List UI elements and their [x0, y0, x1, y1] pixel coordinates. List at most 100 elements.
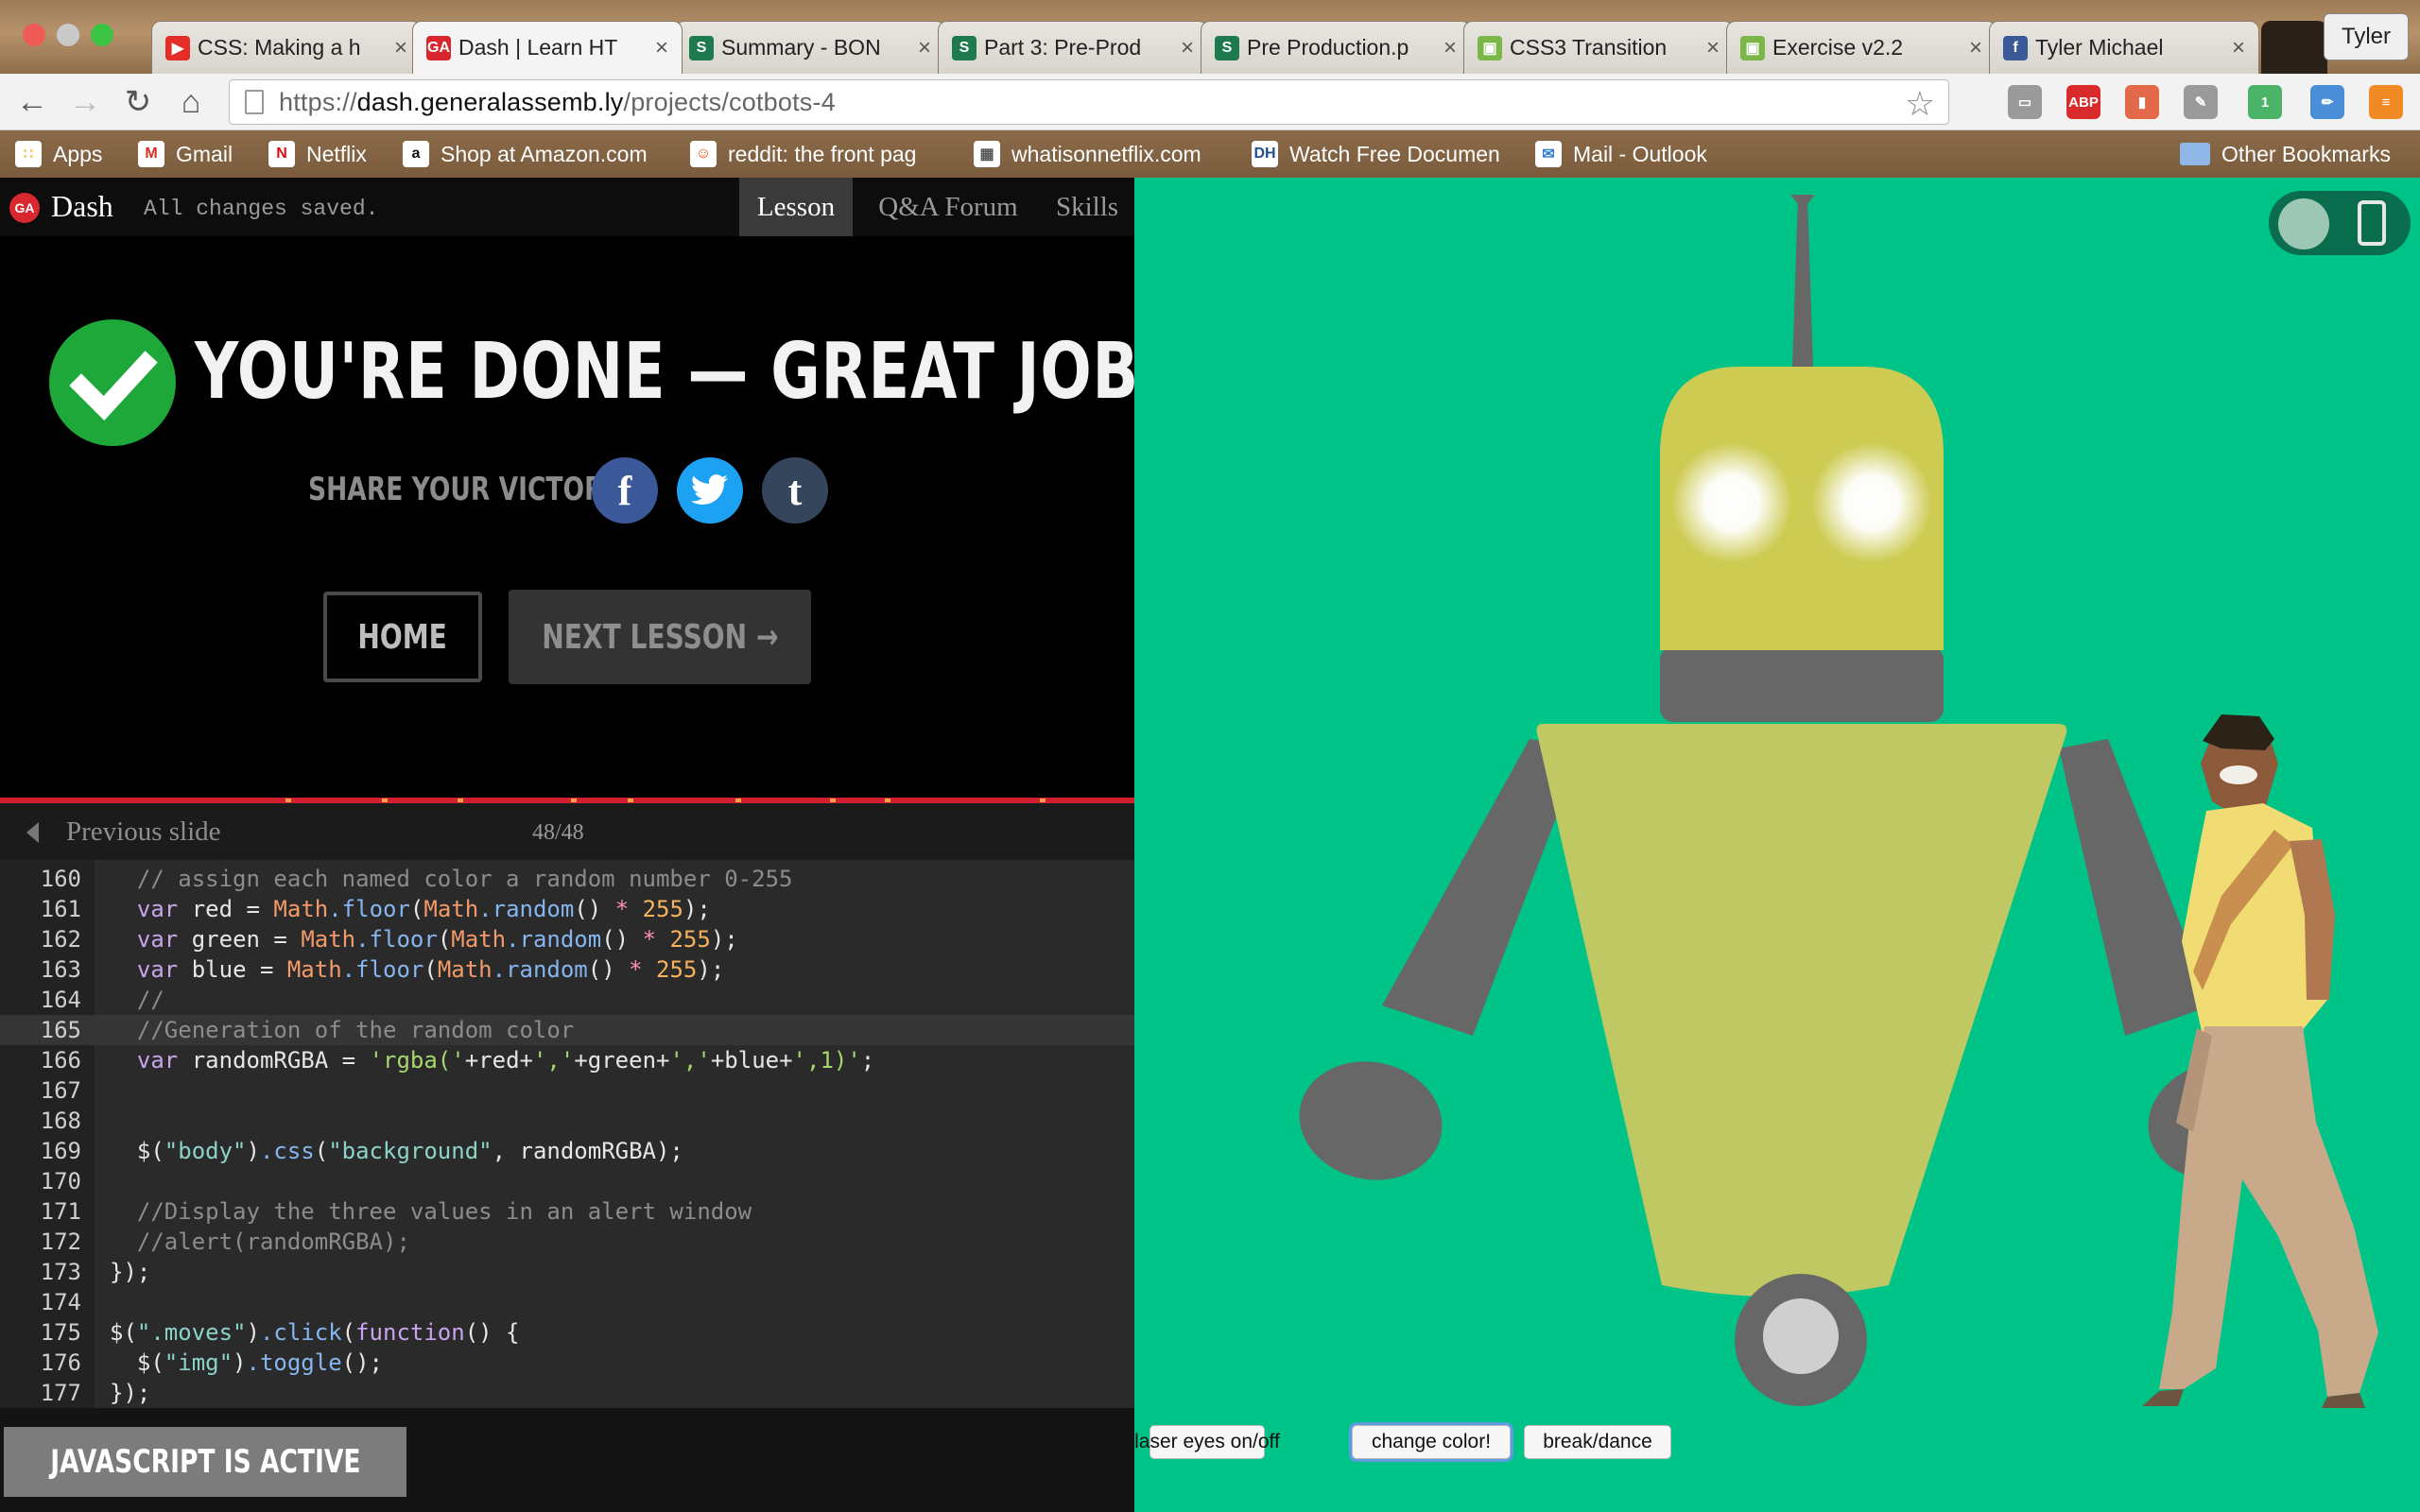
code-line[interactable]: 172 //alert(randomRGBA);	[0, 1227, 1134, 1257]
tab-lesson[interactable]: Lesson	[739, 178, 853, 236]
code-line[interactable]: 176 $("img").toggle();	[0, 1348, 1134, 1378]
line-number: 161	[40, 896, 81, 922]
line-number: 168	[40, 1108, 81, 1134]
reload-icon[interactable]: ↻	[119, 83, 157, 121]
bookmark-item[interactable]: ☺ reddit: the front pag	[690, 138, 916, 170]
eyedropper-icon[interactable]: ✏	[2310, 85, 2344, 119]
change-color-button[interactable]: change color!	[1352, 1425, 1511, 1459]
progress-marker	[735, 799, 741, 802]
bookmark-extension-icon[interactable]: ▮	[2125, 85, 2159, 119]
tab-title: Summary - BON	[721, 35, 881, 60]
menu-icon[interactable]: ≡	[2369, 85, 2403, 119]
tumblr-share-button[interactable]: t	[762, 457, 828, 524]
browser-tab[interactable]: GA Dash | Learn HT ×	[412, 21, 683, 74]
folder-icon	[2180, 143, 2210, 165]
code-text: //Generation of the random color	[136, 1017, 575, 1043]
tab-skills[interactable]: Skills	[1044, 178, 1131, 236]
tab-close-icon[interactable]: ×	[1443, 35, 1457, 61]
browser-tab[interactable]: f Tyler Michael ×	[1989, 21, 2259, 74]
tab-close-icon[interactable]: ×	[1969, 35, 1982, 61]
home-icon[interactable]: ⌂	[172, 83, 210, 121]
tab-close-icon[interactable]: ×	[918, 35, 931, 61]
javascript-active-label: JAVASCRIPT IS ACTIVE	[49, 1443, 361, 1481]
tab-close-icon[interactable]: ×	[1181, 35, 1194, 61]
code-line[interactable]: 160 // assign each named color a random …	[0, 864, 1134, 894]
bookmark-star-icon[interactable]: ☆	[1905, 84, 1935, 124]
browser-tab[interactable]: ▣ Exercise v2.2 ×	[1726, 21, 1996, 74]
progress-marker	[830, 799, 836, 802]
tab-title: Part 3: Pre-Prod	[984, 35, 1142, 60]
adblock-plus-icon[interactable]: ABP	[2066, 85, 2100, 119]
break-dance-button[interactable]: break/dance	[1524, 1425, 1671, 1459]
code-line[interactable]: 166 var randomRGBA = 'rgba('+red+','+gre…	[0, 1045, 1134, 1075]
forward-icon[interactable]: →	[66, 83, 104, 121]
bookmark-item[interactable]: DH Watch Free Documen	[1252, 138, 1500, 170]
address-bar[interactable]: https://dash.generalassemb.ly/projects/c…	[229, 79, 1949, 125]
bookmark-item[interactable]: ▦ whatisonnetflix.com	[974, 138, 1201, 170]
tab-favicon-icon: ▶	[165, 35, 190, 60]
laser-eyes-button[interactable]: laser eyes on/off	[1134, 1425, 1280, 1459]
tab-favicon-icon: ▣	[1478, 35, 1502, 60]
bookmark-item[interactable]: a Shop at Amazon.com	[403, 138, 648, 170]
profile-button[interactable]: Tyler	[2323, 13, 2409, 60]
browser-tab[interactable]: S Pre Production.p ×	[1201, 21, 1471, 74]
line-number: 162	[40, 926, 81, 953]
twitter-share-button[interactable]	[677, 457, 743, 524]
robot-jaw	[1660, 646, 1944, 722]
code-line[interactable]: 168	[0, 1106, 1134, 1136]
previous-slide-link[interactable]: Previous slide	[66, 816, 221, 848]
pushbullet-icon[interactable]: 1	[2248, 85, 2282, 119]
ga-logo[interactable]: GA	[9, 193, 40, 223]
tab-close-icon[interactable]: ×	[2232, 35, 2245, 61]
code-line[interactable]: 167	[0, 1075, 1134, 1106]
browser-tab[interactable]: ▣ CSS3 Transition ×	[1463, 21, 1734, 74]
pen-extension-icon[interactable]: ✎	[2184, 85, 2218, 119]
tab-title: CSS: Making a h	[198, 35, 361, 60]
browser-tab[interactable]: S Part 3: Pre-Prod ×	[938, 21, 1208, 74]
dancing-man-image	[2142, 714, 2378, 1408]
next-lesson-button[interactable]: NEXT LESSON →	[509, 590, 811, 684]
browser-tab[interactable]: S Summary - BON ×	[675, 21, 945, 74]
other-bookmarks[interactable]: Other Bookmarks	[2180, 138, 2391, 170]
code-line[interactable]: 173});	[0, 1257, 1134, 1287]
javascript-active-button[interactable]: JAVASCRIPT IS ACTIVE	[4, 1427, 406, 1497]
maximize-window-icon[interactable]	[91, 24, 113, 46]
close-window-icon[interactable]	[23, 24, 45, 46]
app-title: Dash	[51, 189, 113, 223]
facebook-share-button[interactable]: f	[592, 457, 658, 524]
bookmark-item[interactable]: ∷ Apps	[15, 138, 102, 170]
url-text: https://dash.generalassemb.ly/projects/c…	[279, 87, 836, 116]
cast-icon[interactable]: ▭	[2008, 85, 2042, 119]
tab-close-icon[interactable]: ×	[1706, 35, 1720, 61]
code-line[interactable]: 169 $("body").css("background", randomRG…	[0, 1136, 1134, 1166]
code-line[interactable]: 175 $(".moves").click(function() {	[0, 1317, 1134, 1348]
browser-tab[interactable]: ▶ CSS: Making a h ×	[151, 21, 422, 74]
tab-title: Pre Production.p	[1247, 35, 1409, 60]
bookmark-favicon-icon: M	[138, 141, 164, 167]
home-button[interactable]: HOME	[323, 592, 482, 682]
code-line[interactable]: 164 //	[0, 985, 1134, 1015]
line-number: 164	[40, 987, 81, 1013]
code-line[interactable]: 170	[0, 1166, 1134, 1196]
back-icon[interactable]: ←	[13, 83, 51, 121]
previous-arrow-icon[interactable]	[26, 822, 39, 843]
tab-close-icon[interactable]: ×	[655, 35, 668, 61]
minimize-window-icon[interactable]	[57, 24, 79, 46]
code-line[interactable]: 174	[0, 1287, 1134, 1317]
tab-qa-forum[interactable]: Q&A Forum	[862, 178, 1034, 236]
code-line[interactable]: 162 var green = Math.floor(Math.random()…	[0, 924, 1134, 954]
code-line[interactable]: 161 var red = Math.floor(Math.random() *…	[0, 894, 1134, 924]
new-tab-button[interactable]	[2261, 21, 2327, 74]
code-line[interactable]: 163 var blue = Math.floor(Math.random() …	[0, 954, 1134, 985]
code-line[interactable]: 177});	[0, 1378, 1134, 1408]
code-line[interactable]: 171 //Display the three values in an ale…	[0, 1196, 1134, 1227]
bookmark-item[interactable]: ✉ Mail - Outlook	[1535, 138, 1707, 170]
bookmark-favicon-icon: ✉	[1535, 141, 1562, 167]
bookmark-item[interactable]: N Netflix	[268, 138, 367, 170]
code-editor[interactable]: 160 // assign each named color a random …	[0, 860, 1134, 1408]
tab-close-icon[interactable]: ×	[394, 35, 407, 61]
code-text: var red = Math.floor(Math.random() * 255…	[136, 896, 711, 922]
code-line[interactable]: 165 //Generation of the random color	[0, 1015, 1134, 1045]
line-number: 172	[40, 1228, 81, 1255]
bookmark-item[interactable]: M Gmail	[138, 138, 233, 170]
